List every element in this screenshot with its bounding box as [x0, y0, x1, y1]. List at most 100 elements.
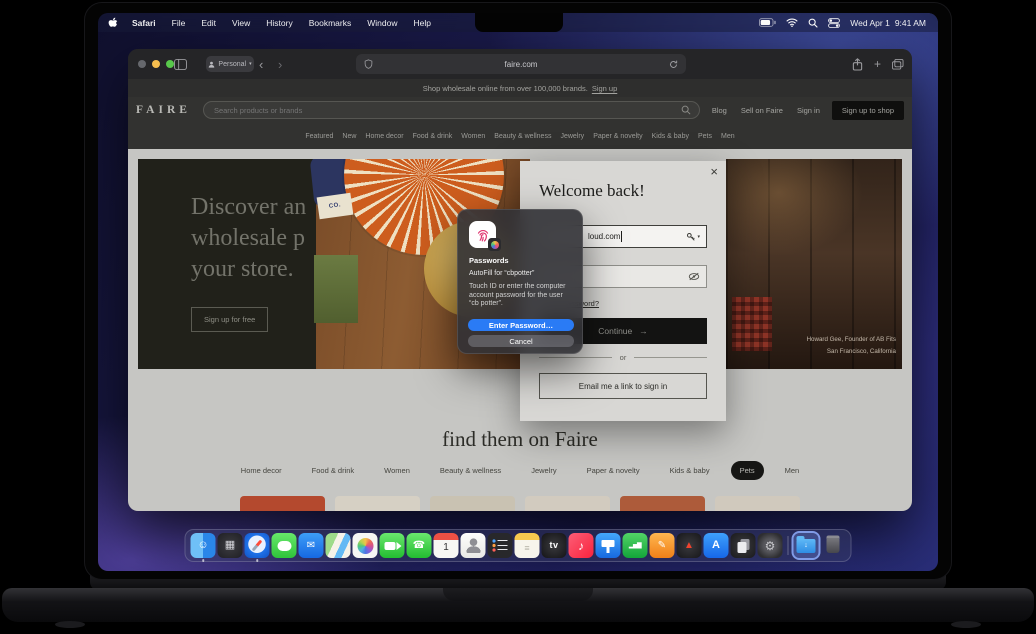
sidebar-toggle-icon[interactable]	[174, 56, 187, 72]
reload-icon[interactable]	[669, 60, 678, 69]
safari-icon[interactable]	[245, 533, 270, 558]
close-window-button[interactable]	[138, 60, 146, 68]
messages-icon[interactable]	[272, 533, 297, 558]
control-center-icon[interactable]	[828, 18, 840, 28]
facetime-icon[interactable]	[380, 533, 405, 558]
faire-logo[interactable]: FAIRE	[136, 104, 191, 116]
category-link[interactable]: Home decor	[365, 133, 403, 140]
signup-to-shop-button[interactable]: Sign up to shop	[832, 101, 904, 120]
tab-overview-icon[interactable]	[892, 56, 904, 72]
email-link-button[interactable]: Email me a link to sign in	[539, 373, 707, 399]
new-tab-button[interactable]: +	[874, 56, 881, 72]
wifi-icon[interactable]	[786, 18, 798, 27]
hero-heading-line: Discover an	[191, 192, 331, 223]
category-pill[interactable]: Paper & novelty	[578, 461, 649, 480]
back-button[interactable]: ‹	[259, 56, 263, 72]
photo-plaid-shirts	[732, 297, 772, 351]
mail-icon[interactable]: ✉	[299, 533, 324, 558]
forward-button[interactable]: ›	[278, 56, 282, 72]
menu-item[interactable]: View	[224, 18, 258, 28]
search-icon[interactable]	[681, 105, 691, 115]
product-card[interactable]	[240, 496, 325, 511]
finder-icon[interactable]: ☺	[191, 533, 216, 558]
product-card[interactable]	[525, 496, 610, 511]
category-pill[interactable]: Kids & baby	[661, 461, 719, 480]
product-card[interactable]	[715, 496, 800, 511]
site-search-bar[interactable]	[203, 101, 700, 119]
category-link[interactable]: Paper & novelty	[593, 133, 642, 140]
keynote-icon[interactable]	[596, 533, 621, 558]
category-pill[interactable]: Home decor	[232, 461, 291, 480]
cancel-button[interactable]: Cancel	[468, 335, 574, 347]
photos-icon[interactable]	[353, 533, 378, 558]
category-pill[interactable]: Beauty & wellness	[431, 461, 510, 480]
calendar-icon[interactable]: 1	[434, 533, 459, 558]
category-link[interactable]: Women	[461, 133, 485, 140]
numbers-icon[interactable]: ▂▅▇	[623, 533, 648, 558]
category-link[interactable]: Featured	[305, 133, 333, 140]
promo-text: Shop wholesale online from over 100,000 …	[423, 84, 588, 93]
category-link[interactable]: Jewelry	[560, 133, 584, 140]
hero-heading: Discover anwholesale pyour store.	[191, 192, 331, 285]
pages-icon[interactable]: ✎	[650, 533, 675, 558]
contacts-icon[interactable]	[461, 533, 486, 558]
reminders-icon[interactable]	[488, 533, 513, 558]
show-password-eye-icon[interactable]	[688, 272, 700, 281]
menu-item[interactable]: Help	[405, 18, 438, 28]
category-pill[interactable]: Men	[776, 461, 809, 480]
trash-icon[interactable]	[821, 533, 846, 558]
notes-icon[interactable]: ≡	[515, 533, 540, 558]
share-icon[interactable]	[852, 56, 863, 72]
address-bar[interactable]: faire.com	[356, 54, 686, 74]
close-icon[interactable]: ×	[710, 165, 718, 178]
launchpad-icon[interactable]: ▦	[218, 533, 243, 558]
header-link[interactable]: Sign in	[797, 106, 820, 115]
profile-switcher[interactable]: Personal ▾	[206, 56, 254, 72]
product-card[interactable]	[335, 496, 420, 511]
category-pill[interactable]: Women	[375, 461, 419, 480]
documents-icon[interactable]	[731, 533, 756, 558]
header-link[interactable]: Blog	[712, 106, 727, 115]
category-link[interactable]: Kids & baby	[652, 133, 689, 140]
category-pill[interactable]: Pets	[731, 461, 764, 480]
music-icon[interactable]: ♪	[569, 533, 594, 558]
menu-bar-clock[interactable]: Wed Apr 1 9:41 AM	[850, 18, 926, 28]
product-card[interactable]	[620, 496, 705, 511]
category-pill[interactable]: Jewelry	[522, 461, 565, 480]
settings-icon[interactable]: ⚙	[758, 533, 783, 558]
category-link[interactable]: Men	[721, 133, 735, 140]
passwords-app-badge	[488, 238, 501, 251]
product-card[interactable]	[430, 496, 515, 511]
menu-item[interactable]: Window	[359, 18, 405, 28]
category-link[interactable]: Food & drink	[413, 133, 453, 140]
downloads-icon[interactable]: ↓	[794, 533, 819, 558]
hero-heading-line: your store.	[191, 254, 331, 285]
maps-icon[interactable]	[326, 533, 351, 558]
menu-item[interactable]: History	[258, 18, 300, 28]
menu-item[interactable]: Safari	[124, 18, 164, 28]
menu-item[interactable]: Edit	[193, 18, 224, 28]
tv-icon[interactable]: tv	[542, 533, 567, 558]
rocket-app-icon[interactable]: ▲	[677, 533, 702, 558]
caption-line-2: San Francisco, California	[807, 346, 896, 358]
zoom-window-button[interactable]	[166, 60, 174, 68]
autofill-key-icon[interactable]: ▾	[686, 232, 700, 242]
enter-password-button[interactable]: Enter Password…	[468, 319, 574, 331]
category-link[interactable]: Beauty & wellness	[494, 133, 551, 140]
menu-item[interactable]: File	[164, 18, 194, 28]
apple-menu-icon[interactable]	[106, 17, 124, 29]
app-store-icon[interactable]: A	[704, 533, 729, 558]
header-link[interactable]: Sell on Faire	[741, 106, 783, 115]
search-input[interactable]	[212, 105, 675, 116]
signup-free-button[interactable]: Sign up for free	[191, 307, 268, 332]
category-pill[interactable]: Food & drink	[303, 461, 364, 480]
category-link[interactable]: New	[342, 133, 356, 140]
privacy-shield-icon[interactable]	[364, 59, 373, 69]
minimize-window-button[interactable]	[152, 60, 160, 68]
battery-icon[interactable]	[759, 18, 776, 27]
menu-item[interactable]: Bookmarks	[301, 18, 360, 28]
phone-icon[interactable]: ☎	[407, 533, 432, 558]
category-link[interactable]: Pets	[698, 133, 712, 140]
spotlight-search-icon[interactable]	[808, 18, 818, 28]
promo-signup-link[interactable]: Sign up	[592, 84, 617, 93]
